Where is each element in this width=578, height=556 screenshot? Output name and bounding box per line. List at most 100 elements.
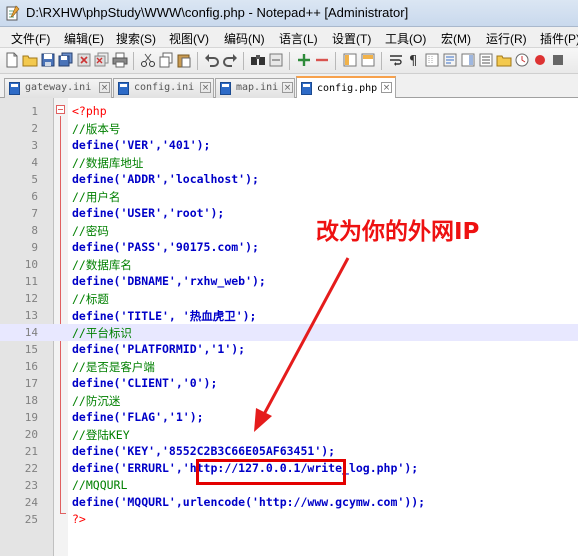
save-icon[interactable] [40, 52, 56, 68]
toolbar-separator [197, 52, 198, 70]
indent-guide-icon[interactable] [424, 52, 440, 68]
menu-tools[interactable]: 工具(O) [385, 30, 426, 47]
menu-search[interactable]: 搜索(S) [116, 30, 156, 47]
toolbar-separator [335, 52, 336, 70]
menu-bar: 文件(F) 编辑(E) 搜索(S) 视图(V) 编码(N) 语言(L) 设置(T… [0, 27, 578, 48]
line-number: 10 [24, 258, 38, 271]
code-line: 19 define('FLAG','1'); [0, 409, 578, 426]
menu-view[interactable]: 视图(V) [169, 30, 209, 47]
close-file-icon[interactable] [76, 52, 92, 68]
record-macro-icon[interactable] [532, 52, 548, 68]
code-text: define('PLATFORMID','1'); [72, 342, 246, 356]
menu-settings[interactable]: 设置(T) [332, 30, 371, 47]
menu-plugins[interactable]: 插件(P) [540, 30, 578, 47]
code-line: 18 //防沉迷 [0, 392, 578, 409]
copy-icon[interactable] [158, 52, 174, 68]
zoom-in-icon[interactable] [296, 52, 312, 68]
tab-close-icon[interactable]: × [200, 82, 211, 93]
menu-encoding[interactable]: 编码(N) [224, 30, 265, 47]
code-line: 4 //数据库地址 [0, 154, 578, 171]
code-text: define('ADDR','localhost'); [72, 172, 259, 186]
tab-label: config.php [317, 83, 378, 94]
tab-map-ini[interactable]: map.ini × [215, 78, 295, 98]
menu-language[interactable]: 语言(L) [279, 30, 318, 47]
tab-config-ini[interactable]: config.ini × [113, 78, 214, 98]
line-number: 7 [31, 207, 38, 220]
highlight-box [196, 459, 346, 485]
code-text: //登陆KEY [72, 428, 130, 442]
line-number: 4 [31, 156, 38, 169]
tab-gateway-ini[interactable]: gateway.ini × [4, 78, 112, 98]
word-wrap-icon[interactable] [388, 52, 404, 68]
window-title: D:\RXHW\phpStudy\WWW\config.php - Notepa… [26, 5, 409, 20]
code-text: //防沉迷 [72, 394, 121, 408]
code-text: //MQQURL [72, 478, 128, 492]
code-line: 13 define('TITLE', '热血虎卫'); [0, 307, 578, 324]
code-text: define('KEY','8552C2B3C66E05AF63451'); [72, 444, 336, 458]
sync-horizontal-icon[interactable] [360, 52, 376, 68]
stop-macro-icon[interactable] [550, 52, 566, 68]
tab-config-php[interactable]: config.php × [296, 76, 396, 99]
line-number: 24 [24, 496, 38, 509]
menu-file[interactable]: 文件(F) [11, 30, 50, 47]
toolbar-separator [133, 52, 134, 70]
code-text: define('CLIENT','0'); [72, 376, 218, 390]
tab-close-icon[interactable]: × [381, 82, 392, 93]
zoom-out-icon[interactable] [314, 52, 330, 68]
code-text: //用户名 [72, 190, 121, 204]
open-file-icon[interactable] [22, 52, 38, 68]
tab-label: gateway.ini [25, 82, 92, 93]
line-number: 18 [24, 394, 38, 407]
find-icon[interactable] [250, 52, 266, 68]
code-text: //是否是客户端 [72, 360, 155, 374]
code-text: //数据库地址 [72, 156, 144, 170]
file-icon [220, 82, 231, 95]
new-file-icon[interactable] [4, 52, 20, 68]
paste-icon[interactable] [176, 52, 192, 68]
menu-run[interactable]: 运行(R) [486, 30, 527, 47]
code-line: 6 //用户名 [0, 188, 578, 205]
monitoring-icon[interactable] [514, 52, 530, 68]
doc-map-icon[interactable] [460, 52, 476, 68]
line-number: 22 [24, 462, 38, 475]
line-number: 17 [24, 377, 38, 390]
code-line: 21 define('KEY','8552C2B3C66E05AF63451')… [0, 443, 578, 460]
code-line: 5 define('ADDR','localhost'); [0, 171, 578, 188]
undo-icon[interactable] [204, 52, 220, 68]
file-icon [118, 82, 129, 95]
code-editor[interactable]: 1 <?php 2 //版本号 3 define('VER','401'); 4… [0, 98, 578, 556]
user-lang-icon[interactable] [442, 52, 458, 68]
sync-vertical-icon[interactable] [342, 52, 358, 68]
code-line: 17 define('CLIENT','0'); [0, 375, 578, 392]
toolbar-separator [289, 52, 290, 70]
title-bar: D:\RXHW\phpStudy\WWW\config.php - Notepa… [0, 0, 578, 27]
code-line: 2 //版本号 [0, 120, 578, 137]
line-number: 12 [24, 292, 38, 305]
function-list-icon[interactable] [478, 52, 494, 68]
code-line: 8 //密码 [0, 222, 578, 239]
menu-macro[interactable]: 宏(M) [441, 30, 471, 47]
code-text: define('USER','root'); [72, 206, 225, 220]
redo-icon[interactable] [222, 52, 238, 68]
code-line: 20 //登陆KEY [0, 426, 578, 443]
cut-icon[interactable] [140, 52, 156, 68]
notepadpp-window: D:\RXHW\phpStudy\WWW\config.php - Notepa… [0, 0, 578, 556]
folder-workspace-icon[interactable] [496, 52, 512, 68]
tab-close-icon[interactable]: × [99, 82, 110, 93]
line-number: 9 [31, 241, 38, 254]
save-all-icon[interactable] [58, 52, 74, 68]
code-line: 9 define('PASS','90175.com'); [0, 239, 578, 256]
menu-edit[interactable]: 编辑(E) [64, 30, 104, 47]
print-icon[interactable] [112, 52, 128, 68]
line-number: 13 [24, 309, 38, 322]
line-number: 20 [24, 428, 38, 441]
line-number: 3 [31, 139, 38, 152]
replace-icon[interactable] [268, 52, 284, 68]
close-all-icon[interactable] [94, 52, 110, 68]
code-line: 3 define('VER','401'); [0, 137, 578, 154]
show-all-chars-icon[interactable]: ¶ [406, 52, 422, 68]
toolbar-separator [243, 52, 244, 70]
code-line: 25 ?> [0, 511, 578, 528]
line-number: 14 [24, 326, 38, 339]
tab-close-icon[interactable]: × [282, 82, 293, 93]
